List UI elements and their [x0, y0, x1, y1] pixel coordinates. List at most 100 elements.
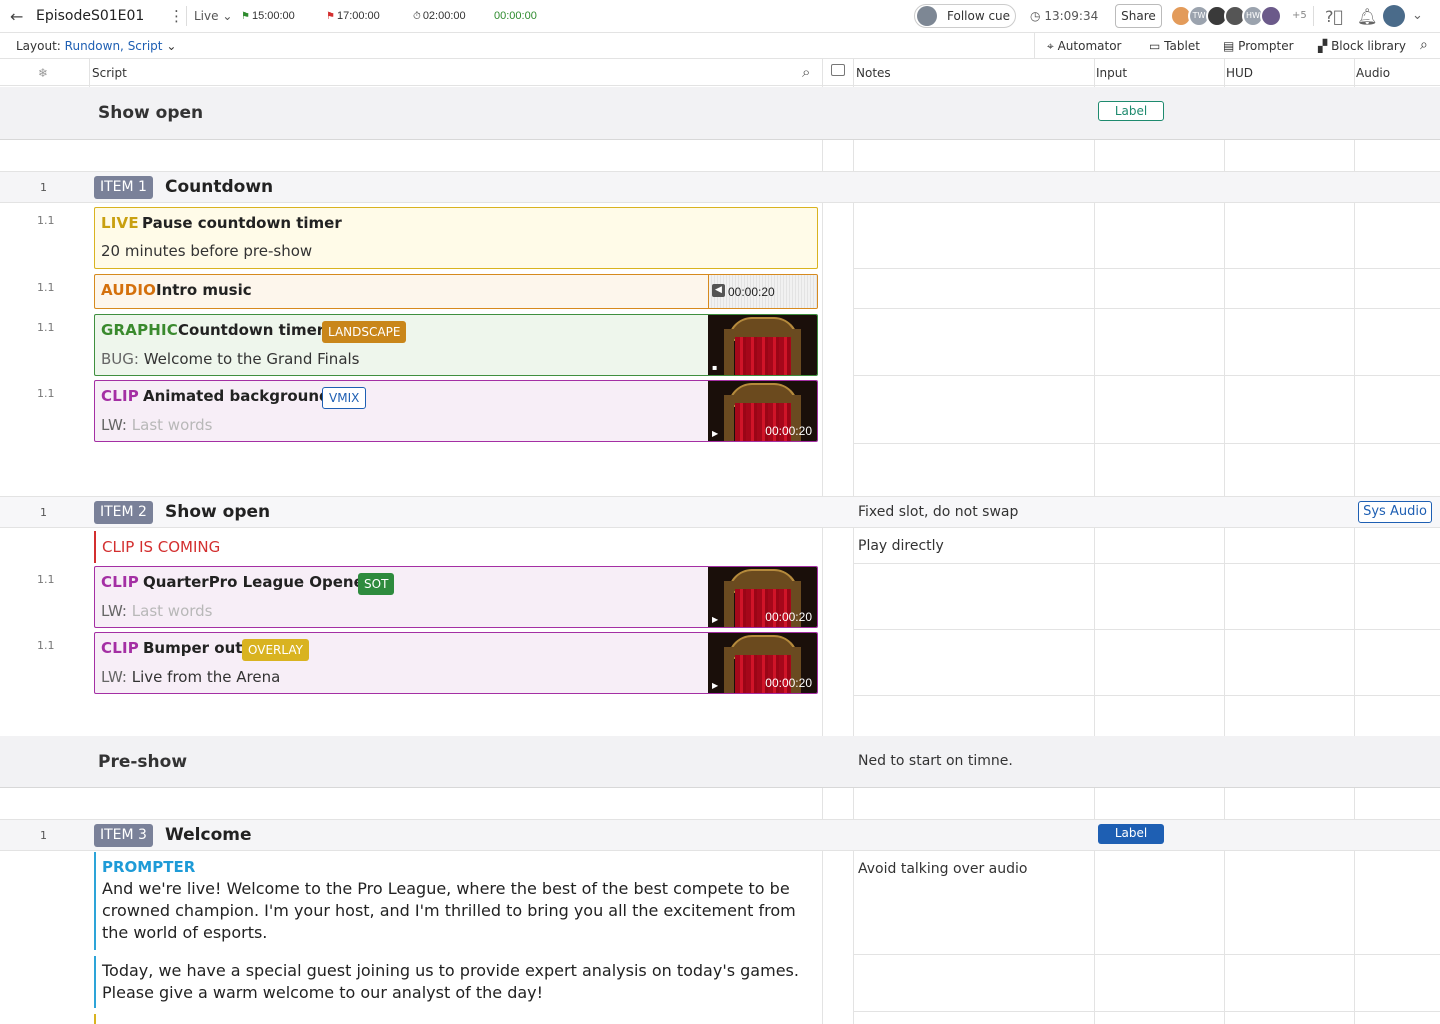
prompter-block[interactable]: Today, we have a special guest joining u… — [94, 956, 818, 1008]
notes-cell[interactable] — [854, 956, 1440, 1012]
card-line: 20 minutes before pre-show — [101, 242, 313, 260]
line-label: LW: — [101, 602, 127, 620]
help-icon[interactable]: ?⃝ — [1325, 7, 1343, 26]
item-tag: ITEM 2 — [94, 501, 153, 524]
item-row[interactable]: 1 ITEM 1 Countdown — [0, 171, 1440, 203]
graphic-thumbnail[interactable]: ▪ — [708, 315, 817, 375]
chevron-down-icon[interactable]: ⌄ — [1412, 8, 1423, 23]
bell-icon[interactable]: 🔔︎ — [1357, 7, 1377, 26]
item-title: Show open — [165, 502, 271, 522]
notes-cell[interactable] — [854, 380, 1440, 444]
row-number: 1.1 — [37, 639, 55, 652]
audio-duration: 00:00:20 — [728, 285, 775, 299]
share-button[interactable]: Share — [1115, 4, 1162, 28]
next-card-edge — [94, 1014, 134, 1024]
chevron-down-icon: ⌄ — [222, 9, 233, 23]
follow-cue-button[interactable]: Follow cue — [914, 4, 1016, 28]
user-avatar[interactable] — [1383, 5, 1405, 27]
notes-cell[interactable] — [854, 852, 1440, 955]
more-users-count[interactable]: +5 — [1292, 10, 1307, 21]
audio-column-header[interactable]: Audio — [1356, 66, 1390, 80]
card-title: Pause countdown timer — [142, 214, 342, 232]
duration[interactable]: ⏱ 02:00:00 — [413, 10, 466, 22]
notes-column-header[interactable]: Notes — [856, 66, 891, 80]
divider — [1034, 33, 1035, 59]
row-number: 1.1 — [37, 387, 55, 400]
block-library-button[interactable]: ▞ Block library — [1318, 39, 1406, 53]
script-column-header[interactable]: Script — [92, 66, 127, 80]
card-line: LW: Live from the Arena — [101, 668, 280, 686]
layout-selector[interactable]: Layout: Rundown, Script ⌄ — [16, 39, 176, 53]
play-icon: ▶ — [712, 615, 719, 624]
segment-note[interactable]: Ned to start on timne. — [858, 753, 1013, 769]
clip-duration: 00:00:20 — [765, 424, 812, 438]
last-words-placeholder[interactable]: Last words — [132, 416, 213, 434]
notes-cell[interactable] — [854, 207, 1440, 269]
notes-cell[interactable] — [854, 274, 1440, 309]
divider — [1313, 6, 1314, 26]
sys-audio-chip[interactable]: Sys Audio — [1358, 501, 1432, 523]
card-type: LIVE — [101, 214, 139, 232]
notes-cell[interactable] — [854, 566, 1440, 630]
overlay-badge: OVERLAY — [242, 639, 309, 661]
card-type: CLIP — [101, 573, 139, 591]
clip-thumbnail[interactable]: ▶ 00:00:20 — [708, 381, 817, 441]
follow-cue-label: Follow cue — [947, 9, 1011, 23]
card-title: Intro music — [156, 281, 252, 299]
audio-card[interactable]: AUDIO Intro music ◀ 00:00:20 — [94, 274, 818, 309]
image-icon: ▪ — [712, 363, 718, 372]
prompter-text[interactable]: And we're live! Welcome to the Pro Leagu… — [102, 878, 818, 944]
notes-cell[interactable] — [854, 528, 1440, 564]
input-label-chip[interactable]: Label — [1098, 101, 1164, 121]
tablet-icon: ▭ — [1149, 39, 1161, 53]
last-words-placeholder[interactable]: Last words — [132, 602, 213, 620]
search-icon[interactable]: ⌕ — [1420, 37, 1428, 53]
comment-icon[interactable] — [831, 64, 845, 76]
current-clock: ◷ 13:09:34 — [1030, 9, 1098, 23]
stage-curtain — [735, 337, 791, 375]
clip-card[interactable]: CLIP QuarterPro League Opener SOT LW: La… — [94, 566, 818, 628]
row-number: 1.1 — [37, 214, 55, 227]
segment-row[interactable]: Pre-show Ned to start on timne. — [0, 736, 1440, 788]
freeze-icon[interactable]: ❄ — [38, 66, 48, 80]
graphic-card[interactable]: GRAPHIC Countdown timer LANDSCAPE BUG: W… — [94, 314, 818, 376]
search-icon[interactable]: ⌕ — [802, 63, 810, 81]
clip-thumbnail[interactable]: ▶ 00:00:20 — [708, 633, 817, 693]
avatar — [1260, 5, 1282, 27]
prompter-text[interactable]: Today, we have a special guest joining u… — [102, 960, 818, 1004]
hud-column-header[interactable]: HUD — [1226, 66, 1253, 80]
pillar — [724, 395, 734, 441]
tablet-button[interactable]: ▭ Tablet — [1149, 39, 1200, 53]
notes-cell[interactable] — [854, 632, 1440, 696]
item-row[interactable]: 1 ITEM 3 Welcome Label — [0, 819, 1440, 851]
segment-row[interactable]: Show open Label — [0, 87, 1440, 140]
clip-thumbnail[interactable]: ▶ 00:00:20 — [708, 567, 817, 627]
notes-cell[interactable] — [854, 314, 1440, 376]
input-label-chip[interactable]: Label — [1098, 824, 1164, 844]
line-text: Welcome to the Grand Finals — [143, 350, 360, 368]
card-type: AUDIO — [101, 281, 157, 299]
tablet-label: Tablet — [1164, 39, 1200, 53]
clip-card[interactable]: CLIP Bumper out OVERLAY LW: Live from th… — [94, 632, 818, 694]
live-card[interactable]: LIVE Pause countdown timer 20 minutes be… — [94, 207, 818, 269]
clip-card[interactable]: CLIP Animated background VMIX LW: Last w… — [94, 380, 818, 442]
start-time[interactable]: ⚑ 15:00:00 — [241, 10, 295, 22]
user-avatars[interactable]: TW HW — [1170, 5, 1282, 27]
clip-coming-cue[interactable]: CLIP IS COMING — [94, 531, 818, 563]
more-options-icon[interactable]: ⋮ — [169, 7, 184, 25]
pillar — [724, 647, 734, 693]
input-column-header[interactable]: Input — [1096, 66, 1127, 80]
end-time[interactable]: ⚑ 17:00:00 — [326, 10, 380, 22]
layout-label: Layout: — [16, 39, 61, 53]
prompter-icon: ▤ — [1223, 39, 1235, 53]
audio-waveform[interactable]: ◀ 00:00:20 — [708, 275, 817, 308]
prompter-button[interactable]: ▤ Prompter — [1223, 39, 1294, 53]
card-title: Animated background — [143, 387, 330, 405]
prompter-block[interactable]: PROMPTER And we're live! Welcome to the … — [94, 852, 818, 950]
mode-dropdown[interactable]: Live ⌄ — [194, 9, 232, 23]
item-note[interactable]: Fixed slot, do not swap — [858, 504, 1018, 520]
automator-button[interactable]: ⌖ Automator — [1047, 39, 1121, 54]
item-row[interactable]: 1 ITEM 2 Show open Fixed slot, do not sw… — [0, 496, 1440, 528]
back-arrow-icon[interactable]: ← — [10, 7, 23, 26]
episode-title[interactable]: EpisodeS01E01 — [36, 8, 144, 24]
